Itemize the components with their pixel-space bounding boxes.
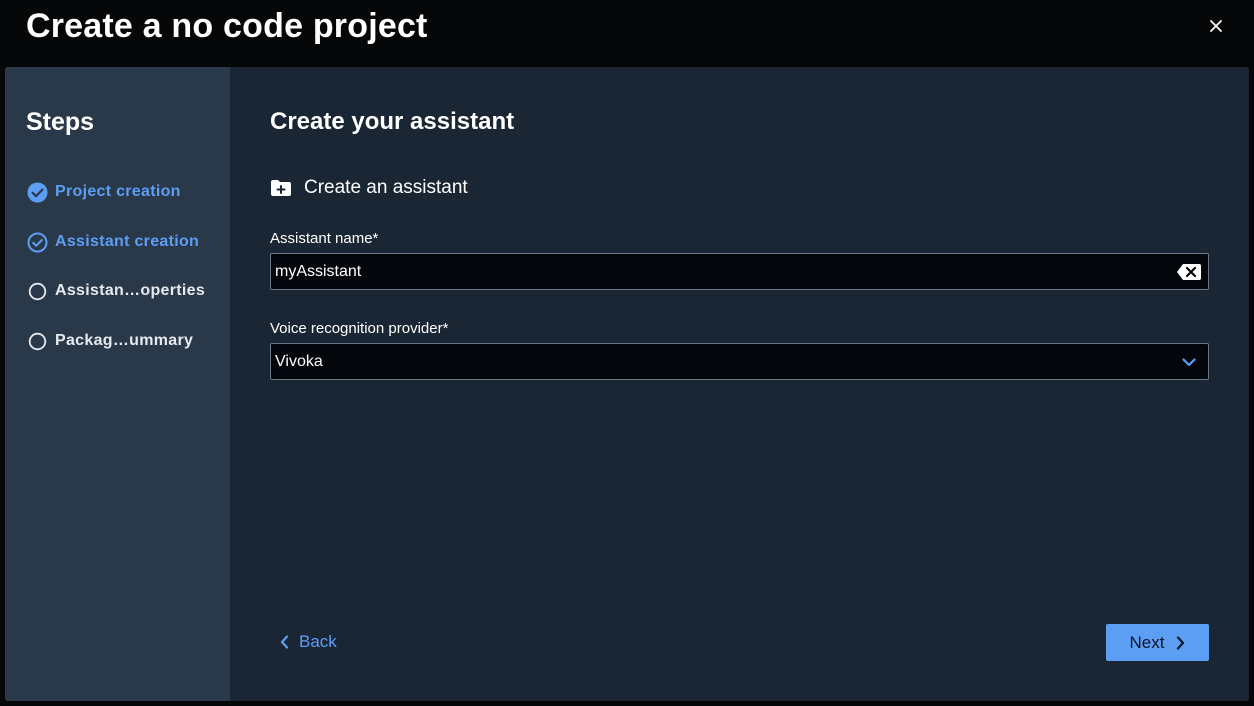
chevron-right-icon [1176, 635, 1185, 650]
voice-provider-value: Vivoka [275, 352, 323, 370]
chevron-left-icon [280, 635, 289, 649]
wizard-panel: Steps Project creation Assistant creatio… [5, 67, 1249, 701]
next-label: Next [1129, 632, 1165, 652]
radio-empty-icon [25, 279, 49, 303]
step-assistant-creation[interactable]: Assistant creation [25, 230, 225, 254]
radio-empty-icon [25, 329, 49, 353]
back-button[interactable]: Back [280, 624, 337, 660]
step-label: Assistant creation [55, 233, 200, 250]
assistant-name-field-container [270, 253, 1209, 290]
check-circle-filled-icon [25, 180, 49, 204]
steps-sidebar: Steps Project creation Assistant creatio… [5, 67, 230, 701]
page-title: Create your assistant [270, 108, 515, 135]
clear-input-button[interactable] [1176, 259, 1202, 285]
dropdown-toggle[interactable] [1176, 349, 1202, 375]
step-label: Assistan…operties [55, 282, 206, 299]
step-assistant-properties[interactable]: Assistan…operties [25, 279, 225, 303]
steps-title: Steps [26, 108, 95, 136]
section-label: Create an assistant [304, 177, 468, 198]
close-button[interactable] [1202, 12, 1230, 40]
create-project-dialog: Create a no code project Steps Project c… [0, 0, 1254, 706]
check-circle-outline-icon [25, 230, 49, 254]
dialog-title: Create a no code project [26, 7, 428, 45]
chevron-down-icon [1182, 357, 1196, 366]
assistant-name-input[interactable] [271, 255, 1157, 288]
voice-provider-select[interactable]: Vivoka [270, 343, 1209, 380]
voice-provider-label: Voice recognition provider* [270, 320, 449, 337]
step-project-creation[interactable]: Project creation [25, 180, 225, 204]
backspace-clear-icon [1177, 264, 1201, 280]
step-label: Packag…ummary [55, 332, 194, 349]
section-header: Create an assistant [270, 175, 468, 201]
assistant-name-label: Assistant name* [270, 230, 379, 247]
step-package-summary[interactable]: Packag…ummary [25, 329, 225, 353]
back-label: Back [299, 632, 337, 651]
next-button[interactable]: Next [1106, 624, 1209, 661]
folder-plus-icon [270, 179, 292, 197]
close-icon [1210, 20, 1222, 32]
step-label: Project creation [55, 183, 181, 200]
